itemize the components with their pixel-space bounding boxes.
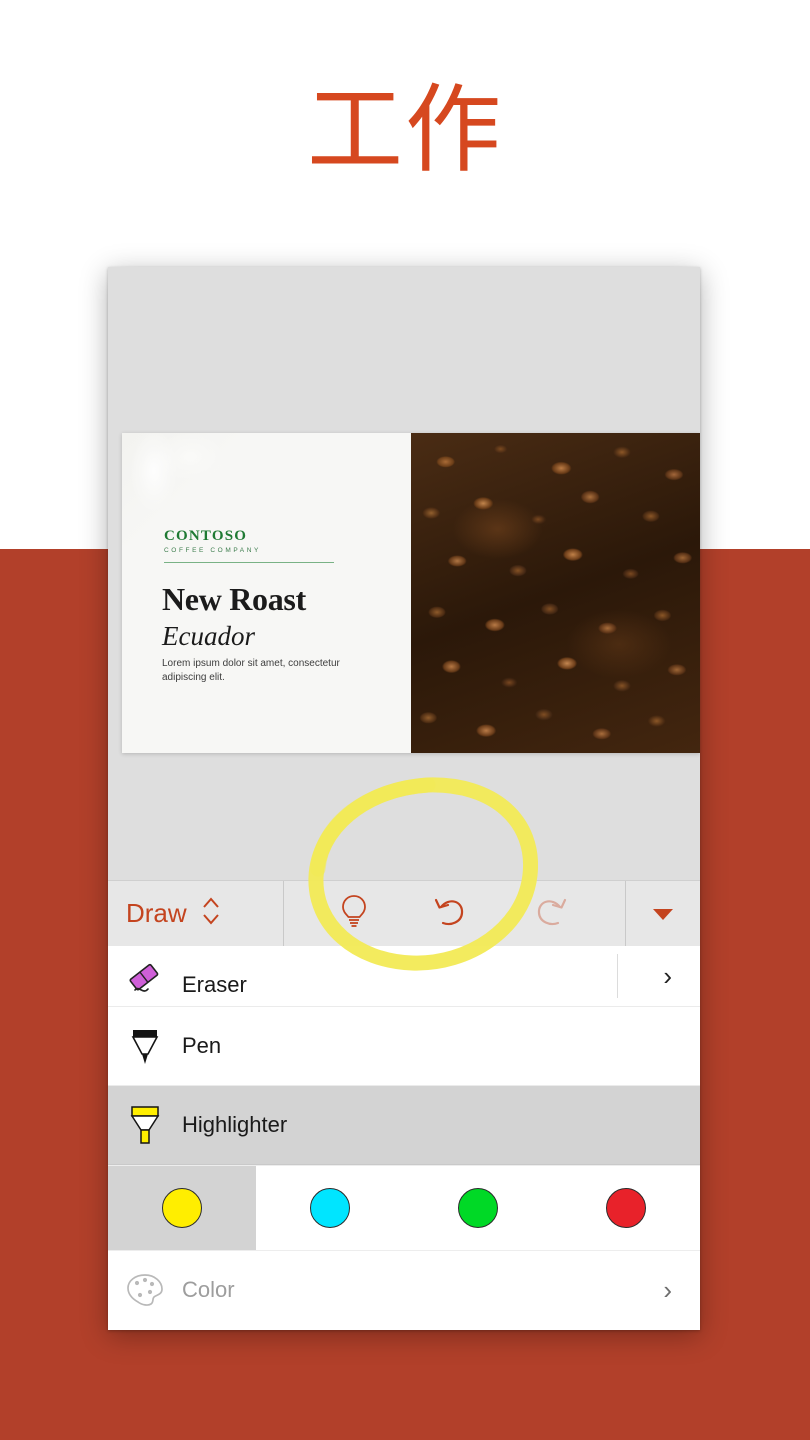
- color-swatch-yellow[interactable]: [108, 1166, 256, 1250]
- slide-body-text: Lorem ipsum dolor sit amet, consectetur …: [162, 658, 340, 683]
- row-divider: [617, 954, 618, 998]
- tool-row-pen[interactable]: Pen: [108, 1007, 700, 1086]
- tool-label-highlighter: Highlighter: [182, 1112, 288, 1137]
- highlighter-icon: [108, 1102, 182, 1148]
- eraser-icon: [108, 962, 182, 998]
- draw-tools-list: Eraser › Pen Highlighter Color ›: [108, 946, 700, 1330]
- app-window: CONTOSO COFFEE COMPANY New Roast Ecuador…: [108, 267, 700, 1330]
- contoso-logo: CONTOSO COFFEE COMPANY: [164, 528, 374, 563]
- slide-canvas-area[interactable]: CONTOSO COFFEE COMPANY New Roast Ecuador…: [108, 267, 700, 880]
- color-row-label: Color: [182, 1277, 235, 1302]
- logo-tagline: COFFEE COMPANY: [164, 547, 261, 554]
- chevron-right-icon[interactable]: ›: [663, 1277, 672, 1303]
- ink-color-swatches: [108, 1165, 700, 1251]
- slide-title: New Roast: [162, 581, 306, 617]
- color-swatch-green[interactable]: [404, 1166, 552, 1250]
- chevron-updown-icon[interactable]: [201, 894, 221, 933]
- slide-left-half: CONTOSO COFFEE COMPANY New Roast Ecuador…: [122, 433, 411, 753]
- slide[interactable]: CONTOSO COFFEE COMPANY New Roast Ecuador…: [122, 433, 700, 753]
- swatch-dot-cyan: [310, 1188, 350, 1228]
- undo-icon[interactable]: [431, 893, 469, 934]
- ribbon-tab-draw[interactable]: Draw: [108, 881, 284, 946]
- chevron-right-icon[interactable]: ›: [663, 963, 672, 989]
- coffee-beans-image: [411, 433, 700, 753]
- swatch-dot-green: [458, 1188, 498, 1228]
- redo-icon[interactable]: [532, 893, 570, 934]
- slide-subtitle: Ecuador: [162, 621, 255, 651]
- tool-row-eraser[interactable]: Eraser ›: [108, 946, 700, 1007]
- color-swatch-red[interactable]: [552, 1166, 700, 1250]
- pen-icon: [108, 1024, 182, 1068]
- palette-icon: [108, 1271, 182, 1309]
- tool-label-pen: Pen: [182, 1033, 222, 1058]
- swatch-dot-yellow: [162, 1188, 202, 1228]
- logo-divider: [164, 562, 334, 563]
- page-title: 工作: [307, 74, 503, 186]
- color-swatch-cyan[interactable]: [256, 1166, 404, 1250]
- ribbon-tab-label: Draw: [126, 898, 187, 928]
- swatch-dot-red: [606, 1188, 646, 1228]
- ribbon-bar: Draw: [108, 880, 700, 946]
- tool-row-highlighter[interactable]: Highlighter: [108, 1086, 700, 1165]
- color-picker-row[interactable]: Color ›: [108, 1251, 700, 1329]
- ribbon-expand-button[interactable]: [626, 881, 700, 946]
- tell-me-icon[interactable]: [339, 893, 369, 934]
- chevron-down-icon: [653, 908, 673, 920]
- logo-wordmark: CONTOSO: [164, 528, 248, 544]
- ribbon-actions: [284, 881, 626, 946]
- tool-label-eraser: Eraser: [182, 972, 247, 997]
